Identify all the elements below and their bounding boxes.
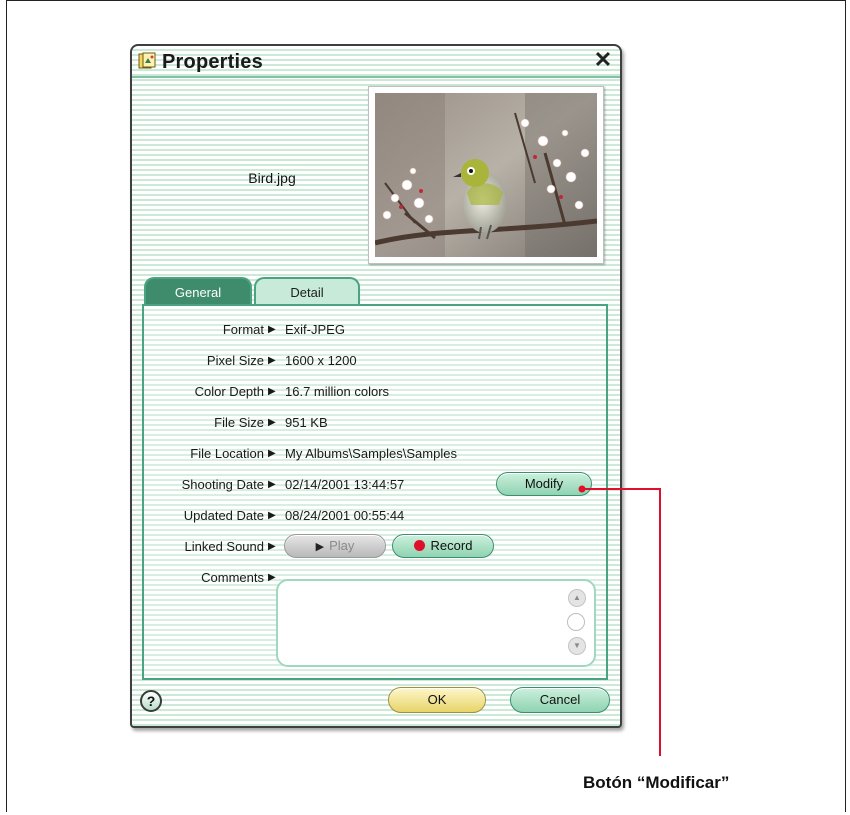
callout-line: [578, 485, 661, 756]
callout-label: Botón “Modificar”: [583, 773, 730, 792]
